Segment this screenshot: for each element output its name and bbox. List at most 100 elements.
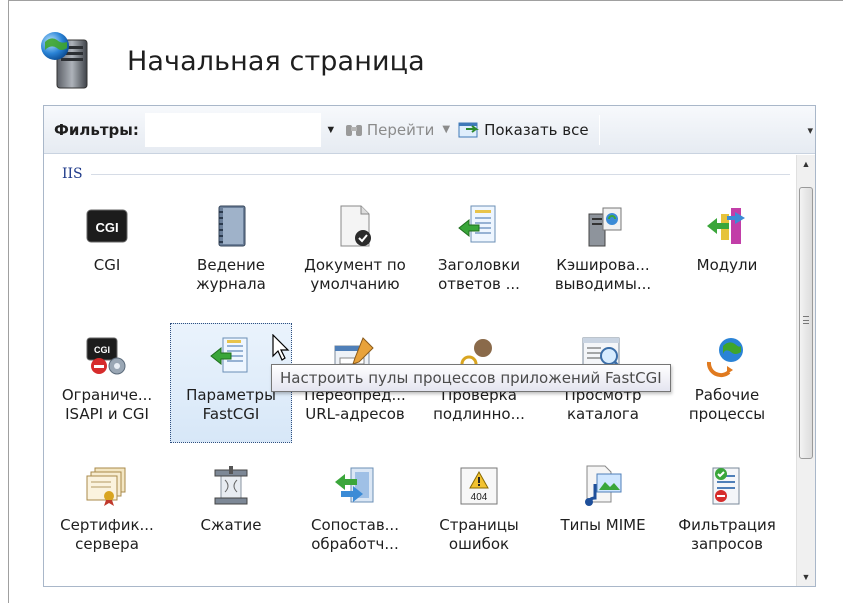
feature-tile-modules[interactable]: Модули [666, 193, 788, 313]
feature-tile-label-line2: выводимы... [554, 275, 652, 293]
feature-tile-label-line2: процессы [688, 405, 766, 423]
request-filtering-icon [705, 464, 749, 508]
handler-mappings-icon [333, 464, 377, 508]
feature-tile-label-line1: Фильтрация [678, 516, 776, 534]
feature-tile-label-line2: FastCGI [202, 405, 260, 423]
home-page-frame: Начальная страница Фильтры: ▼ Перейти ▼ … [8, 0, 843, 603]
response-headers-icon [457, 204, 501, 248]
toolbar-separator [598, 114, 600, 145]
feature-tile-label-line1: Сжатие [200, 516, 262, 534]
feature-tile-isapi-cgi-restrictions[interactable]: CGI Ограниче... ISAPI и CGI [46, 323, 168, 443]
group-divider [90, 173, 790, 175]
vertical-scrollbar[interactable]: ▲ ▼ [796, 155, 815, 586]
feature-tile-label-line1: CGI [93, 256, 121, 274]
feature-tile-label: CGI [48, 256, 166, 275]
error-pages-icon: 404 [457, 464, 501, 508]
output-caching-icon [581, 204, 625, 248]
feature-tile-mime-types[interactable]: Типы MIME [542, 453, 664, 573]
tooltip: Настроить пулы процессов приложений Fast… [271, 364, 671, 392]
features-panel: Фильтры: ▼ Перейти ▼ Показать все ▾ IIS … [43, 105, 816, 587]
feature-tile-label-line1: Заголовки [437, 256, 521, 274]
filters-label: Фильтры: [54, 120, 139, 139]
feature-tile-label-line1: Сопостав... [311, 516, 399, 534]
server-globe-icon [39, 30, 97, 92]
modules-icon [705, 204, 749, 248]
feature-tile-label: Страницы ошибок [420, 516, 538, 554]
feature-tile-label-line2: ответов ... [438, 275, 520, 293]
feature-tile-output-caching[interactable]: Кэширова... выводимы... [542, 193, 664, 313]
feature-tile-handler-mappings[interactable]: Сопостав... обработч... [294, 453, 416, 573]
feature-tile-label-line2: ISAPI и CGI [65, 405, 149, 423]
compression-icon [209, 464, 253, 508]
feature-tile-label: Модули [668, 256, 786, 275]
feature-tile-label-line2: умолчанию [310, 275, 400, 293]
feature-tile-logging[interactable]: Ведение журнала [170, 193, 292, 313]
scroll-grip [803, 316, 809, 324]
filter-input[interactable] [144, 112, 321, 147]
feature-tile-label-line2: ошибок [448, 535, 510, 553]
feature-tile-label-line2: каталога [566, 405, 640, 423]
feature-tile-label: Сертифик... сервера [48, 516, 166, 554]
feature-tile-label-line1: Страницы [439, 516, 519, 534]
default-document-icon [333, 204, 377, 248]
feature-tile-label: Ведение журнала [172, 256, 290, 294]
feature-tile-label-line1: Модули [696, 256, 758, 274]
feature-tile-label-line1: Ведение [197, 256, 265, 274]
scroll-up-arrow[interactable]: ▲ [797, 155, 815, 173]
group-header: IIS [62, 165, 790, 183]
cgi-icon: CGI [85, 204, 129, 248]
feature-tile-label: Ограниче... ISAPI и CGI [48, 386, 166, 424]
feature-tile-label: Сжатие [172, 516, 290, 535]
fastcgi-settings-icon [209, 334, 253, 378]
feature-tile-label-line1: Рабочие [694, 386, 760, 404]
svg-text:CGI: CGI [94, 345, 110, 355]
feature-tile-label: Кэширова... выводимы... [544, 256, 662, 294]
logging-icon [209, 204, 253, 248]
mouse-cursor-icon [272, 334, 290, 361]
isapi-cgi-restrictions-icon: CGI [85, 334, 129, 378]
filter-dropdown-arrow[interactable]: ▼ [321, 113, 341, 147]
feature-tile-label: Рабочие процессы [668, 386, 786, 424]
feature-tile-label-line1: Документ по [304, 256, 406, 274]
feature-tile-worker-processes[interactable]: Рабочие процессы [666, 323, 788, 443]
show-all-icon [458, 121, 480, 139]
binoculars-icon [345, 122, 363, 138]
feature-tile-label: Документ по умолчанию [296, 256, 414, 294]
show-all-button[interactable]: Показать все [454, 113, 593, 147]
feature-tile-label-line2: сервера [75, 535, 139, 553]
feature-tile-label: Типы MIME [544, 516, 662, 535]
go-label: Перейти [366, 120, 435, 139]
error-code-text: 404 [471, 492, 488, 503]
feature-tile-request-filtering[interactable]: Фильтрация запросов [666, 453, 788, 573]
feature-tile-server-certificates[interactable]: Сертифик... сервера [46, 453, 168, 573]
go-dropdown-arrow[interactable]: ▼ [442, 124, 450, 135]
server-certificates-icon [85, 464, 129, 508]
feature-tile-label-line1: Кэширова... [556, 256, 650, 274]
feature-tile-label-line2: URL-адресов [305, 405, 405, 423]
feature-tile-label-line1: Сертифик... [60, 516, 154, 534]
feature-tile-label-line2: журнала [196, 275, 266, 293]
feature-tile-response-headers[interactable]: Заголовки ответов ... [418, 193, 540, 313]
feature-tile-compression[interactable]: Сжатие [170, 453, 292, 573]
feature-tile-error-pages[interactable]: 404 Страницы ошибок [418, 453, 540, 573]
worker-processes-icon [705, 334, 749, 378]
feature-tile-label: Фильтрация запросов [668, 516, 786, 554]
feature-tile-label-line2: обработч... [311, 535, 399, 553]
page-header: Начальная страница [39, 29, 425, 93]
cgi-badge-text: CGI [95, 220, 118, 235]
go-button[interactable]: Перейти ▼ [341, 113, 454, 147]
page-title: Начальная страница [127, 45, 425, 77]
filter-toolbar: Фильтры: ▼ Перейти ▼ Показать все ▾ [44, 106, 815, 154]
feature-tile-label-line2: подлинно... [433, 405, 525, 423]
scroll-down-arrow[interactable]: ▼ [797, 568, 815, 586]
feature-tile-label: Сопостав... обработч... [296, 516, 414, 554]
feature-tile-label-line1: Типы MIME [560, 516, 646, 534]
feature-tile-label: Заголовки ответов ... [420, 256, 538, 294]
show-all-label: Показать все [484, 120, 589, 139]
group-name: IIS [62, 166, 83, 182]
scroll-thumb[interactable] [799, 187, 813, 459]
toolbar-overflow-chevron[interactable]: ▾ [807, 124, 813, 137]
feature-tile-label-line2: запросов [691, 535, 763, 553]
feature-tile-cgi[interactable]: CGI CGI [46, 193, 168, 313]
feature-tile-default-document[interactable]: Документ по умолчанию [294, 193, 416, 313]
